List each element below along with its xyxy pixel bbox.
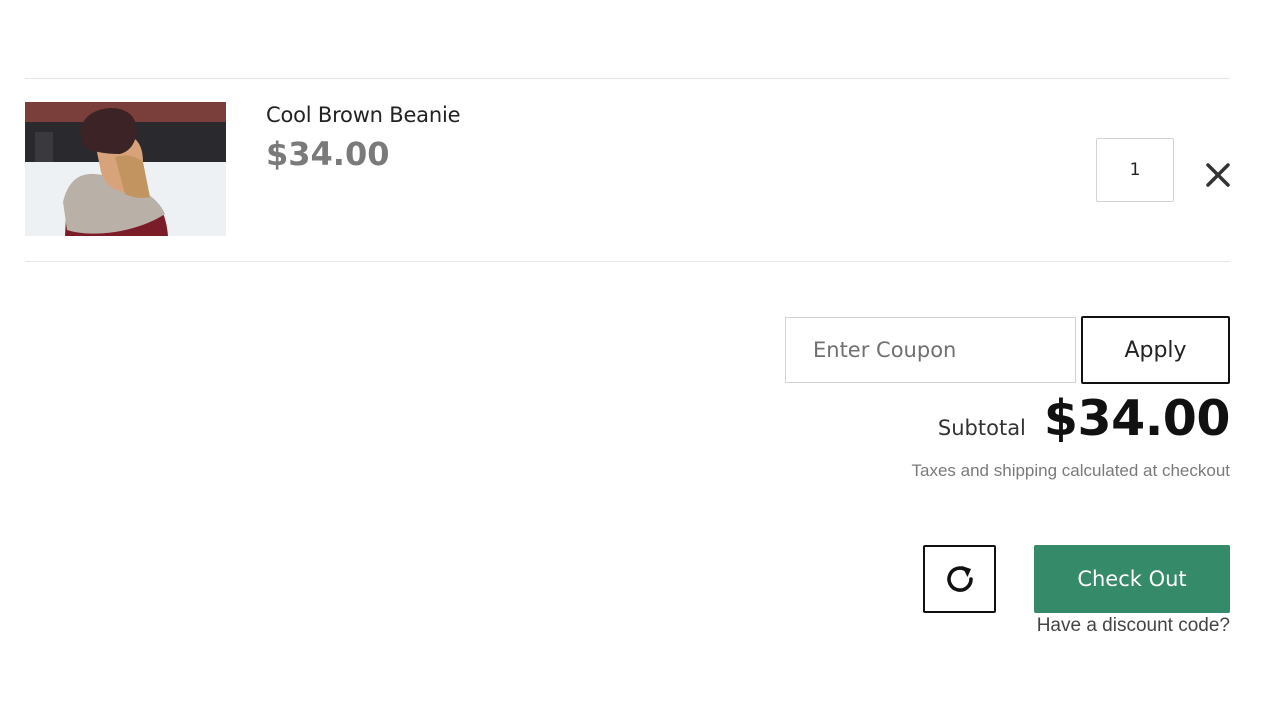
refresh-icon: [946, 566, 973, 592]
close-icon: [1206, 163, 1230, 187]
remove-item-button[interactable]: [1201, 158, 1235, 192]
cart-item: Cool Brown Beanie $34.00: [25, 79, 1230, 261]
update-cart-button[interactable]: [923, 545, 996, 613]
divider-bottom: [25, 261, 1230, 262]
checkout-button[interactable]: Check Out: [1034, 545, 1230, 613]
subtotal-value: $34.00: [1043, 390, 1231, 447]
subtotal-label: Subtotal: [937, 416, 1026, 440]
product-price: $34.00: [266, 135, 390, 173]
product-name[interactable]: Cool Brown Beanie: [266, 103, 461, 127]
product-image[interactable]: [25, 102, 226, 236]
apply-coupon-button[interactable]: Apply: [1081, 316, 1230, 384]
quantity-input[interactable]: [1096, 138, 1174, 202]
subtotal-row: Subtotal $34.00: [937, 390, 1231, 447]
tax-note: Taxes and shipping calculated at checkou…: [911, 461, 1230, 480]
discount-code-link[interactable]: Have a discount code?: [1037, 615, 1230, 637]
coupon-input[interactable]: [785, 317, 1076, 383]
